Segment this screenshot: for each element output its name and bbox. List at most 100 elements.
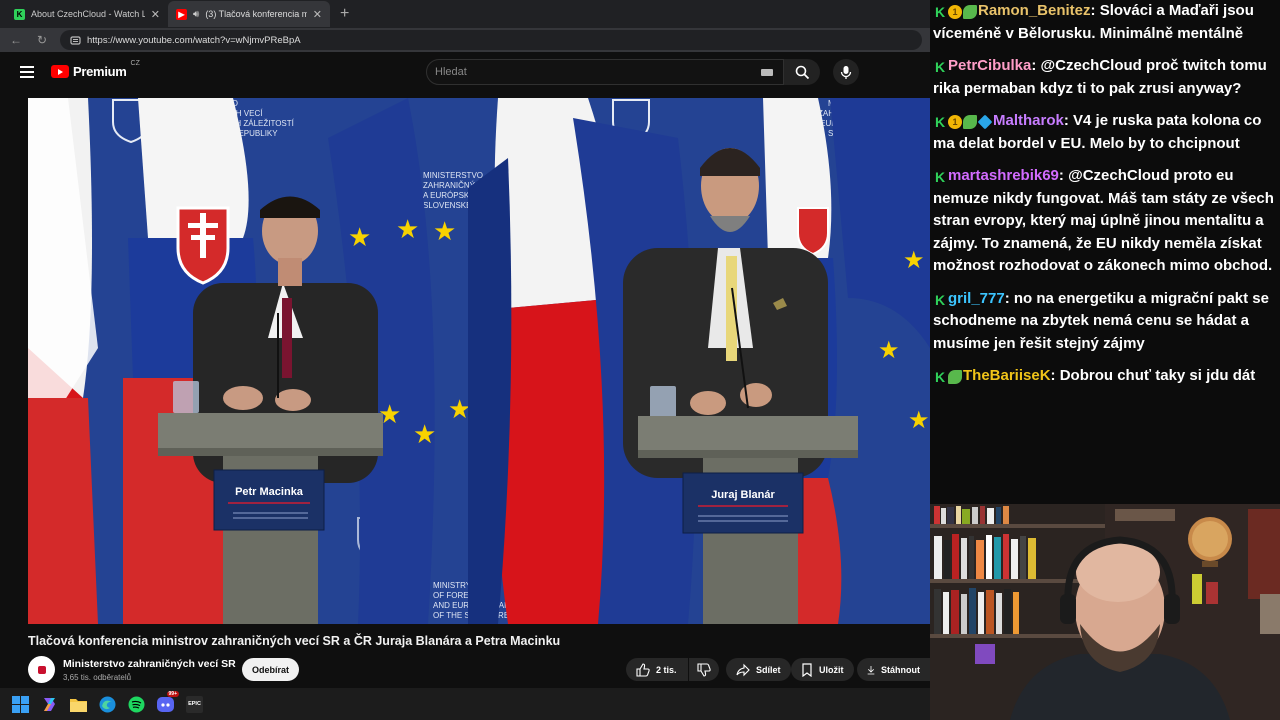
channel-name[interactable]: Ministerstvo zahraničných vecí SR (63, 658, 236, 670)
spotify-icon[interactable] (128, 696, 145, 713)
close-tab-icon[interactable]: ✕ (313, 8, 322, 21)
leaf-badge-icon[interactable] (963, 5, 977, 19)
logo-text: Premium (73, 64, 127, 79)
microphone-icon (840, 65, 852, 79)
chat-message: Kgril_777: no na energetiku a migrační p… (933, 289, 1269, 352)
kick-badge-icon[interactable]: K (933, 5, 947, 19)
close-tab-icon[interactable]: ✕ (151, 8, 160, 21)
chat-username[interactable]: Maltharok (993, 112, 1064, 129)
leaf-badge-icon[interactable] (948, 370, 962, 384)
tab-youtube[interactable]: ▶ 🔊︎ (3) Tlačová konferencia minist ✕ (168, 1, 330, 27)
tab-title: About CzechCloud - Watch Live o (31, 9, 145, 19)
search-button[interactable] (784, 59, 820, 85)
address-bar: ← ↻ https://www.youtube.com/watch?v=wNjm… (0, 28, 930, 52)
nameplate-left: Petr Macinka (235, 486, 304, 498)
subscribe-button[interactable]: Odebírat (242, 658, 299, 681)
thumbs-down-icon (697, 662, 711, 677)
chat-username[interactable]: gril_777 (948, 290, 1005, 307)
download-label: Stáhnout (881, 664, 920, 675)
chat-username[interactable]: TheBariiseK (963, 367, 1051, 384)
leaf-badge-icon[interactable] (963, 115, 977, 129)
chat-badges: K (933, 292, 947, 307)
thumbs-up-icon (636, 662, 650, 677)
search-input[interactable]: Hledat (426, 59, 784, 85)
voice-search-button[interactable] (833, 59, 859, 85)
keyboard-icon[interactable] (761, 69, 773, 76)
webcam-image (930, 504, 1280, 720)
chat-badges: K (933, 60, 947, 74)
water-glass (650, 386, 676, 418)
new-tab-button[interactable]: + (340, 5, 349, 23)
gem-badge-icon[interactable] (977, 114, 993, 130)
chat-message: K TheBariiseK: Dobrou chuť taky si jdu dá… (933, 367, 1256, 385)
discord-icon[interactable]: 99+ (157, 690, 179, 713)
dislike-button[interactable] (689, 658, 719, 681)
epic-label: EPIC (188, 701, 201, 707)
back-icon[interactable]: ← (8, 33, 24, 47)
share-icon (736, 663, 750, 676)
svg-text:★: ★ (348, 223, 371, 253)
site-info-icon[interactable] (70, 35, 81, 46)
chat-message: K 1 Ramon_Benitez: Slováci a Maďaři jsou v… (933, 2, 1254, 42)
backdrop-line: MINISTRY (433, 581, 472, 590)
file-explorer-icon[interactable] (70, 696, 87, 713)
kick-badge-icon[interactable]: K (933, 292, 947, 307)
save-label: Uložit (819, 664, 844, 675)
youtube-header: Premium CZ Hledat (0, 52, 930, 92)
svg-text:★: ★ (878, 336, 900, 364)
chat-badges: K1 (933, 5, 977, 19)
coin-badge-icon[interactable]: 1 (948, 5, 962, 19)
chat-badges: K1 (933, 114, 993, 130)
youtube-icon: ▶ (176, 8, 187, 20)
coin-badge-icon[interactable]: 1 (948, 115, 962, 129)
chat-username[interactable]: martashrebik69 (948, 167, 1059, 184)
svg-text:★: ★ (903, 246, 925, 274)
url-field[interactable]: https://www.youtube.com/watch?v=wNjmvPRe… (60, 30, 922, 50)
youtube-logo[interactable]: Premium CZ (51, 60, 140, 79)
video-player[interactable]: MINISTERSTVO ZAHRANIČNÝCH VECÍ A EURÓPSK… (28, 98, 930, 624)
kick-badge-icon[interactable]: K (933, 115, 947, 129)
menu-icon[interactable] (20, 66, 34, 78)
chat-username[interactable]: Ramon_Benitez (978, 2, 1091, 19)
share-label: Sdílet (756, 664, 781, 675)
chat-message: K 1 Maltharok: V4 je ruska pata kolona co … (933, 112, 1262, 152)
taskbar: 99+ EPIC (0, 688, 930, 720)
kick-badge-icon[interactable]: K (933, 60, 947, 74)
share-button[interactable]: Sdílet (726, 658, 791, 681)
notification-badge: 99+ (166, 690, 179, 697)
kick-badge-icon[interactable]: K (933, 170, 947, 184)
channel-avatar[interactable] (28, 656, 55, 683)
windows-start-icon[interactable] (12, 695, 29, 713)
chat-badges: K (933, 170, 947, 184)
kick-icon: K (14, 8, 25, 20)
like-button[interactable]: 2 tis. (626, 658, 688, 681)
chat-message: Kmartashrebik69: @CzechCloud proto eu ne… (933, 167, 1274, 274)
bookmark-icon (802, 662, 812, 677)
speaker-icon[interactable]: 🔊︎ (193, 9, 199, 20)
tab-czechcloud[interactable]: K About CzechCloud - Watch Live o ✕ (6, 1, 168, 27)
svg-text:★: ★ (396, 215, 419, 245)
kick-badge-icon[interactable]: K (933, 370, 947, 384)
download-button[interactable]: Stáhnout (857, 658, 930, 681)
country-code: CZ (130, 60, 140, 67)
like-count: 2 tis. (656, 664, 677, 675)
svg-text:★: ★ (448, 395, 471, 425)
reload-icon[interactable]: ↻ (34, 33, 50, 47)
webcam-feed (930, 504, 1280, 720)
save-button[interactable]: Uložit (791, 658, 854, 681)
chat-message: K PetrCibulka: @CzechCloud proč twitch to… (933, 57, 1267, 97)
chat-text: Dobrou chuť taky si jdu dát (1059, 367, 1256, 384)
backdrop-line: MINISTERSTVO (423, 171, 483, 180)
chat-badges: K (933, 370, 962, 384)
copilot-icon[interactable] (41, 696, 58, 713)
epic-games-icon[interactable]: EPIC (186, 695, 203, 713)
browser-window: K About CzechCloud - Watch Live o ✕ ▶ 🔊︎… (0, 0, 930, 688)
chat-username[interactable]: PetrCibulka (948, 57, 1031, 74)
screen: K About CzechCloud - Watch Live o ✕ ▶ 🔊︎… (0, 0, 1280, 720)
water-glass (173, 381, 199, 413)
svg-text:★: ★ (413, 420, 436, 450)
svg-text:★: ★ (908, 406, 930, 434)
edge-icon[interactable] (99, 696, 116, 713)
nameplate-right: Juraj Blanár (711, 489, 775, 501)
tab-title: (3) Tlačová konferencia minist (205, 9, 307, 19)
